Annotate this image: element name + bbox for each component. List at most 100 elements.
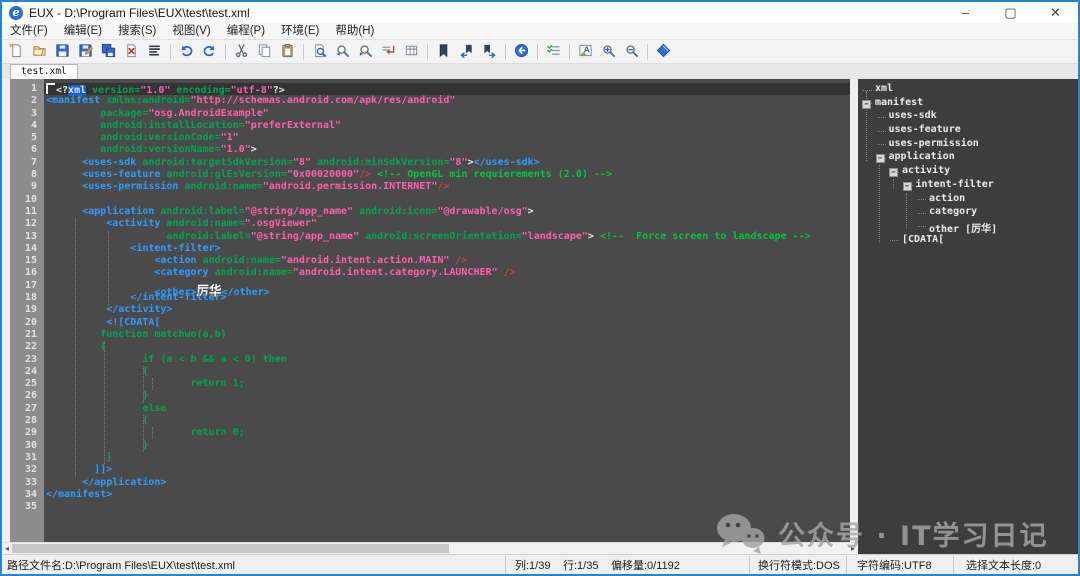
window-title: EUX - D:\Program Files\EUX\test\test.xml (29, 6, 250, 20)
tree-item-intent-filter[interactable]: −intent-filter (858, 179, 1078, 193)
line-number: 27 (10, 403, 44, 415)
code-line-10[interactable] (44, 194, 850, 206)
code-line-27[interactable]: else (44, 403, 850, 415)
code-line-1[interactable]: <?xml version="1.0" encoding="utf-8"?> (44, 83, 850, 95)
collapse-icon[interactable]: − (889, 168, 898, 177)
save-all-button[interactable] (98, 42, 119, 62)
find-next-button[interactable] (355, 42, 376, 62)
code-line-30[interactable]: } (44, 440, 850, 452)
tree-item-activity[interactable]: −activity (858, 165, 1078, 179)
save-file-button[interactable] (52, 42, 73, 62)
code-area[interactable]: <?xml version="1.0" encoding="utf-8"?><m… (44, 79, 850, 542)
zoom-in-button[interactable] (598, 42, 619, 62)
tree-item-cdata[interactable]: [CDATA[ (858, 234, 1078, 248)
code-line-17[interactable]: <other>厉华</other> (44, 280, 850, 292)
menu-item-h[interactable]: 帮助(H) (327, 23, 382, 39)
menu-item-e[interactable]: 环境(E) (273, 23, 327, 39)
tree-item-action[interactable]: action (858, 193, 1078, 207)
collapse-icon[interactable]: − (876, 154, 885, 163)
toggle-bookmark-button[interactable] (433, 42, 454, 62)
code-line-28[interactable]: { (44, 415, 850, 427)
collapse-icon[interactable]: − (862, 100, 871, 109)
code-line-11[interactable]: <application android:label="@string/app_… (44, 206, 850, 218)
menu-item-f[interactable]: 文件(F) (2, 23, 56, 39)
tree-item-uses-feature[interactable]: uses-feature (858, 124, 1078, 138)
code-line-22[interactable]: { (44, 341, 850, 353)
menu-item-s[interactable]: 搜索(S) (110, 23, 164, 39)
maximize-button[interactable]: ▢ (988, 2, 1033, 23)
close-button[interactable]: ✕ (1033, 2, 1078, 23)
code-line-9[interactable]: <uses-permission android:name="android.p… (44, 181, 850, 193)
next-bookmark-button[interactable] (479, 42, 500, 62)
tree-item-uses-sdk[interactable]: uses-sdk (858, 110, 1078, 124)
highlight-syntax-icon: A (578, 43, 593, 61)
code-line-19[interactable]: </activity> (44, 304, 850, 316)
status-bar: 路径文件名:D:\Program Files\EUX\test\test.xml… (2, 554, 1078, 574)
code-line-12[interactable]: <activity android:name=".osgViewer" (44, 218, 850, 230)
code-line-15[interactable]: <action android:name="android.intent.act… (44, 255, 850, 267)
tree-item-uses-permission[interactable]: uses-permission (858, 138, 1078, 152)
tree-item-manifest[interactable]: −manifest (858, 97, 1078, 111)
code-line-8[interactable]: <uses-feature android:glEsVersion="0x000… (44, 169, 850, 181)
code-line-16[interactable]: <category android:name="android.intent.c… (44, 267, 850, 279)
about-button[interactable] (653, 42, 674, 62)
code-line-6[interactable]: android:versionName="1.0"> (44, 144, 850, 156)
grid-mode-button[interactable] (401, 42, 422, 62)
find-button[interactable] (309, 42, 330, 62)
code-line-23[interactable]: if (a < b && a < 0) then (44, 354, 850, 366)
code-line-3[interactable]: package="osg.AndroidExample" (44, 108, 850, 120)
minimize-button[interactable]: – (943, 2, 988, 23)
tab-test-xml[interactable]: test.xml (10, 64, 78, 79)
line-ending-button[interactable] (144, 42, 165, 62)
previous-bookmark-button[interactable] (456, 42, 477, 62)
replace-button[interactable] (378, 42, 399, 62)
menu-item-p[interactable]: 编程(P) (219, 23, 273, 39)
code-line-34[interactable]: </manifest> (44, 489, 850, 501)
code-line-5[interactable]: android:versionCode="1" (44, 132, 850, 144)
tree-item-xml[interactable]: xml (858, 83, 1078, 97)
panel-divider[interactable] (850, 79, 858, 542)
save-as-button[interactable] (75, 42, 96, 62)
scrollbar-thumb[interactable] (12, 544, 449, 553)
line-number: 1 (10, 83, 44, 95)
code-line-21[interactable]: function matchwo(a,b) (44, 329, 850, 341)
navigate-back-button[interactable] (511, 42, 532, 62)
code-line-25[interactable]: return 1; (44, 378, 850, 390)
code-line-26[interactable]: } (44, 390, 850, 402)
code-line-20[interactable]: <![CDATA[ (44, 317, 850, 329)
toolbar-separator (647, 44, 648, 60)
code-line-33[interactable]: </application> (44, 477, 850, 489)
code-line-18[interactable]: </intent-filter> (44, 292, 850, 304)
undo-button[interactable] (176, 42, 197, 62)
copy-button[interactable] (254, 42, 275, 62)
code-line-29[interactable]: return 0; (44, 427, 850, 439)
menu-item-v[interactable]: 视图(V) (164, 23, 218, 39)
code-line-13[interactable]: android:label="@string/app_name" android… (44, 231, 850, 243)
close-file-button[interactable] (121, 42, 142, 62)
tree-item-other[interactable]: other [厉华] (858, 220, 1078, 234)
highlight-syntax-button[interactable]: A (575, 42, 596, 62)
tree-item-application[interactable]: −application (858, 151, 1078, 165)
paste-button[interactable] (277, 42, 298, 62)
open-file-button[interactable] (29, 42, 50, 62)
list-settings-button[interactable] (543, 42, 564, 62)
code-line-32[interactable]: ]]> (44, 464, 850, 476)
code-line-14[interactable]: <intent-filter> (44, 243, 850, 255)
collapse-icon[interactable]: − (903, 182, 912, 191)
code-line-31[interactable]: } (44, 452, 850, 464)
code-line-24[interactable]: { (44, 366, 850, 378)
line-number: 25 (10, 378, 44, 390)
menu-item-e[interactable]: 编辑(E) (56, 23, 110, 39)
zoom-out-button[interactable] (621, 42, 642, 62)
scroll-left-arrow-icon[interactable]: ◂ (2, 543, 12, 554)
find-previous-button[interactable] (332, 42, 353, 62)
new-file-button[interactable] (6, 42, 27, 62)
tree-item-category[interactable]: category (858, 206, 1078, 220)
code-line-7[interactable]: <uses-sdk android:targetSdkVersion="8" a… (44, 157, 850, 169)
line-number-gutter: 1234567891011121314151617181920212223242… (10, 79, 44, 542)
code-line-2[interactable]: <manifest xmlns:android="http://schemas.… (44, 95, 850, 107)
cut-button[interactable] (231, 42, 252, 62)
redo-button[interactable] (199, 42, 220, 62)
code-line-4[interactable]: android:installLocation="preferExternal" (44, 120, 850, 132)
tab-bar: test.xml (2, 64, 1078, 79)
